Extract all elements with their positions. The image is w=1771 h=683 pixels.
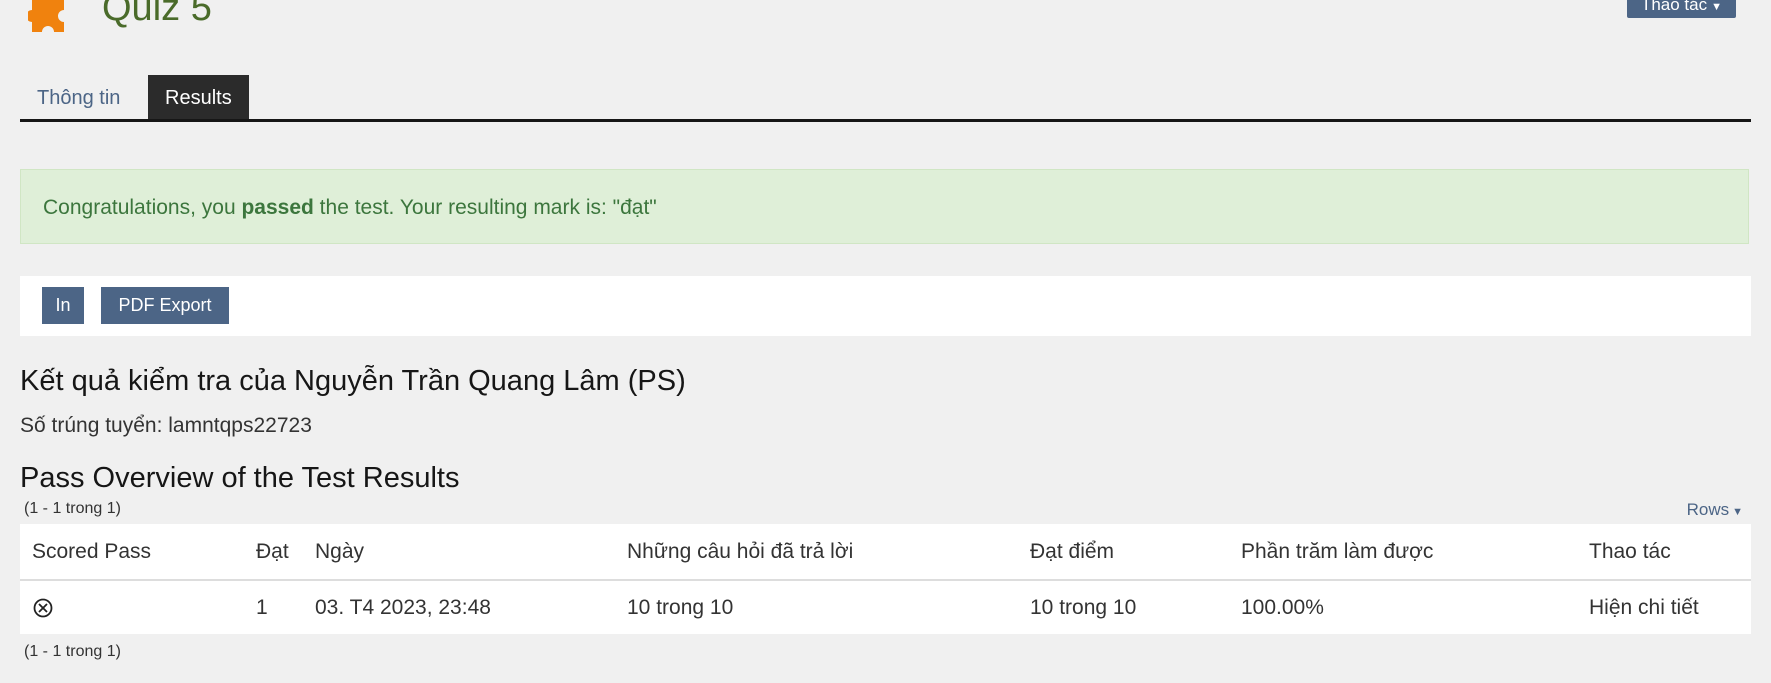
column-header[interactable]: Những câu hỏi đã trả lời bbox=[627, 540, 853, 564]
show-details-link[interactable]: Hiện chi tiết bbox=[1589, 596, 1699, 620]
caret-down-icon: ▼ bbox=[1732, 506, 1743, 518]
alert-prefix: Congratulations, you bbox=[43, 196, 242, 219]
page-header: Quiz 5 Thao tác ▼ bbox=[0, 0, 1771, 40]
circle-x-icon bbox=[33, 598, 53, 618]
tab-bar: Thông tin Results bbox=[20, 75, 1751, 122]
rows-label: Rows bbox=[1686, 500, 1730, 519]
column-header[interactable]: Phần trăm làm được bbox=[1241, 540, 1433, 564]
percent-cell: 100.00% bbox=[1241, 596, 1324, 619]
answered-cell: 10 trong 10 bbox=[627, 596, 734, 619]
tab-results[interactable]: Results bbox=[148, 75, 249, 119]
registration-number: Số trúng tuyển: lamntqps22723 bbox=[20, 414, 312, 437]
page-title: Quiz 5 bbox=[102, 0, 212, 29]
actions-label: Thao tác bbox=[1640, 0, 1708, 14]
puzzle-icon bbox=[28, 0, 64, 32]
column-header[interactable]: Ngày bbox=[315, 540, 364, 564]
results-table: Scored Pass Đạt Ngày Những câu hỏi đã tr… bbox=[20, 524, 1751, 634]
alert-suffix: the test. Your resulting mark is: "đạt" bbox=[313, 196, 657, 219]
tab-info[interactable]: Thông tin bbox=[20, 75, 137, 119]
rows-dropdown[interactable]: Rows ▼ bbox=[1687, 500, 1743, 520]
pdf-export-button[interactable]: PDF Export bbox=[101, 287, 229, 324]
success-alert: Congratulations, you passed the test. Yo… bbox=[20, 169, 1749, 244]
column-header[interactable]: Đạt điểm bbox=[1030, 540, 1114, 564]
pagination-range-top: (1 - 1 trong 1) bbox=[24, 500, 121, 517]
caret-down-icon: ▼ bbox=[1711, 1, 1722, 13]
toolbar: In PDF Export bbox=[20, 276, 1751, 336]
points-cell: 10 trong 10 bbox=[1030, 596, 1137, 619]
result-title: Kết quả kiểm tra của Nguyễn Trần Quang L… bbox=[20, 365, 686, 397]
date-cell: 03. T4 2023, 23:48 bbox=[315, 596, 491, 619]
table-header: Scored Pass Đạt Ngày Những câu hỏi đã tr… bbox=[20, 524, 1751, 581]
alert-emphasis: passed bbox=[241, 196, 314, 219]
actions-dropdown-button[interactable]: Thao tác ▼ bbox=[1626, 0, 1736, 18]
column-header[interactable]: Scored Pass bbox=[32, 540, 151, 564]
column-header: Thao tác bbox=[1589, 540, 1671, 563]
pass-cell: 1 bbox=[256, 596, 268, 619]
print-button[interactable]: In bbox=[42, 287, 84, 324]
overview-title: Pass Overview of the Test Results bbox=[20, 462, 460, 494]
table-row: 1 03. T4 2023, 23:48 10 trong 10 10 tron… bbox=[20, 581, 1751, 634]
column-header[interactable]: Đạt bbox=[256, 540, 289, 564]
pagination-range-bottom: (1 - 1 trong 1) bbox=[24, 643, 121, 660]
